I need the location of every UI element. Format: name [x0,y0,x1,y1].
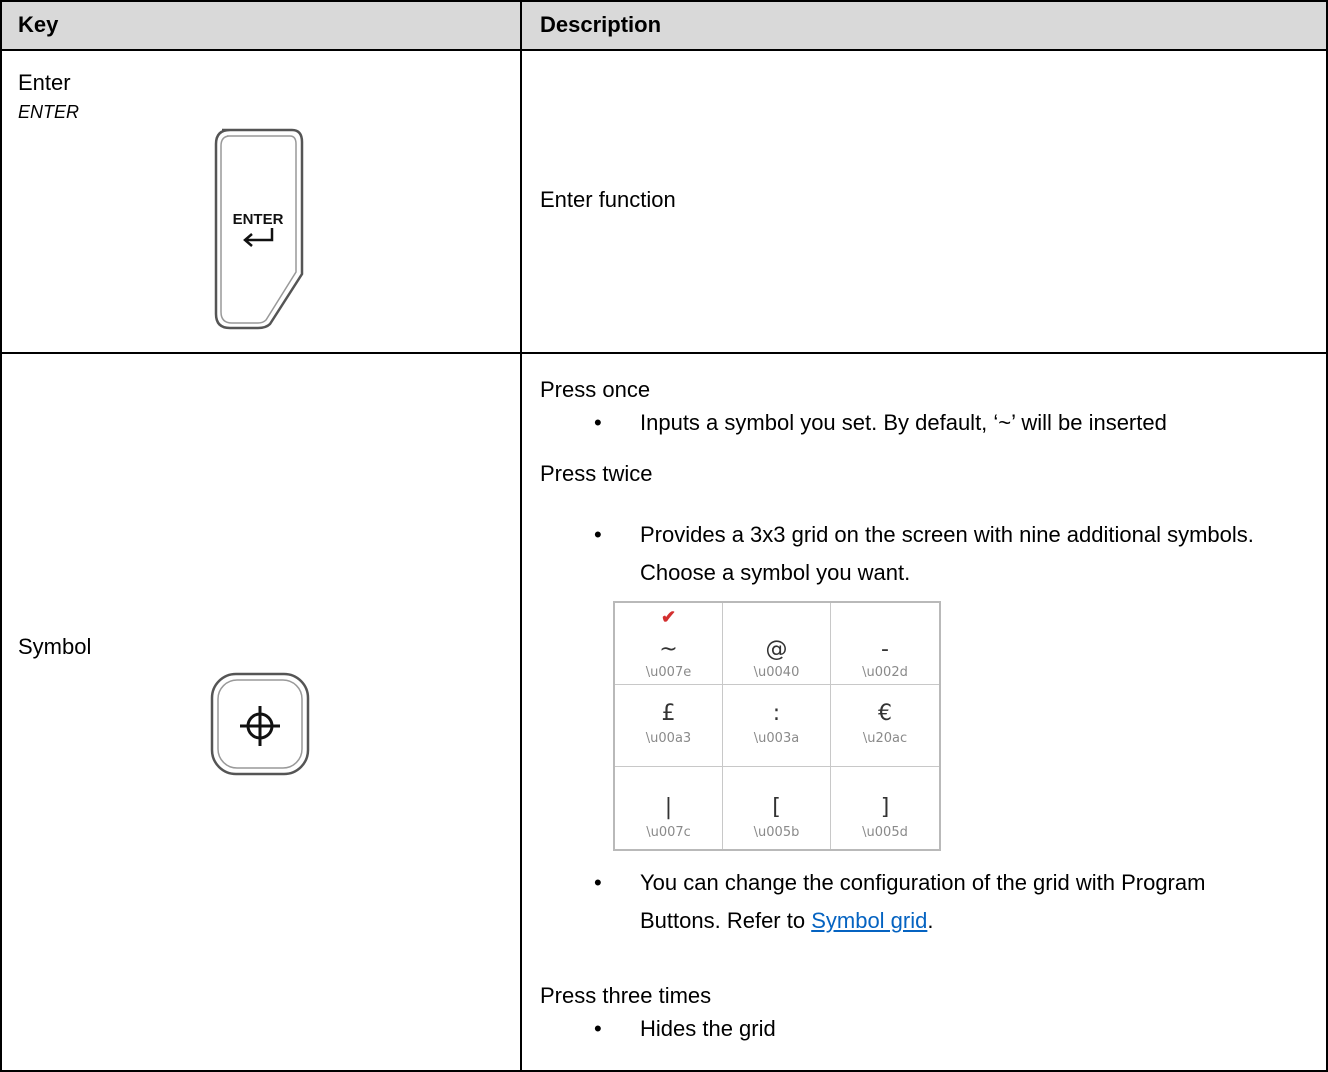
symbol-code: \u007e [645,665,692,680]
section-heading: Press three times [540,983,712,1008]
bullet-marker: • [594,870,602,895]
header-key: Key [18,12,59,37]
section-heading: Press twice [540,461,653,486]
header-divider [0,49,1328,51]
table-header [0,0,1328,50]
symbol-grid-cell: £ \u00a3 [615,685,723,767]
header-description: Description [540,12,662,37]
bullet-marker: • [594,1016,602,1041]
symbol-grid-cell: [ \u005b [723,767,831,849]
symbol-char: @ [765,637,788,662]
symbol-grid-cell: - \u002d [831,603,939,685]
symbol-grid-link[interactable]: Symbol grid [811,908,927,933]
row-description: Enter function [540,187,676,212]
symbol-grid-cell: @ \u0040 [723,603,831,685]
symbol-code: \u007c [646,825,691,840]
bullet-text: You can change the configuration of the … [640,864,1240,940]
key-description-table: Key Description Enter ENTER ENTER Enter … [0,0,1328,1072]
table-border-top [0,0,1328,2]
key-name: Symbol [18,634,92,659]
symbol-code: \u003a [753,731,800,746]
key-name: Enter [18,70,71,95]
symbol-char: | [664,795,673,820]
check-icon: ✔ [660,607,677,627]
symbol-char: [ [772,795,781,820]
symbol-char: £ [661,701,676,726]
symbol-char: - [881,637,889,662]
symbol-char: € [878,701,892,726]
section-heading: Press once [540,377,651,402]
bullet-marker: • [594,522,602,547]
symbol-code: \u0040 [753,665,800,680]
symbol-code: \u002d [862,665,908,680]
bullet-text: Hides the grid [640,1016,776,1041]
symbol-grid-cell: ✔ ~ \u007e [615,603,723,685]
symbol-grid-cell: ] \u005d [831,767,939,849]
row-divider [0,352,1328,354]
symbol-char: ] [880,795,890,820]
symbol-char: : [772,701,781,726]
enter-key-label: ENTER [233,211,284,228]
symbol-grid-cell: | \u007c [615,767,723,849]
bullet-text: Provides a 3x3 grid on the screen with n… [640,522,1254,585]
symbol-code: \u20ac [862,731,908,746]
table-border-left [0,0,2,1072]
symbol-code: \u005d [862,825,908,840]
symbol-char: ~ [659,637,678,662]
symbol-grid: ✔ ~ \u007e @ \u0040 - \u002d £ \u00a3 : … [613,601,941,851]
column-divider [520,0,522,1072]
bullet-text-post: . [927,908,934,933]
symbol-grid-cell: € \u20ac [831,685,939,767]
bullet-marker: • [594,410,602,435]
symbol-grid-cell: : \u003a [723,685,831,767]
bullet-text: Inputs a symbol you set. By default, ‘~’… [640,410,1167,435]
symbol-code: \u00a3 [645,731,692,746]
symbol-code: \u005b [753,825,800,840]
crosshair-key-icon [210,672,310,776]
enter-key-icon: ENTER [214,128,304,330]
key-subtitle: ENTER [18,102,80,122]
